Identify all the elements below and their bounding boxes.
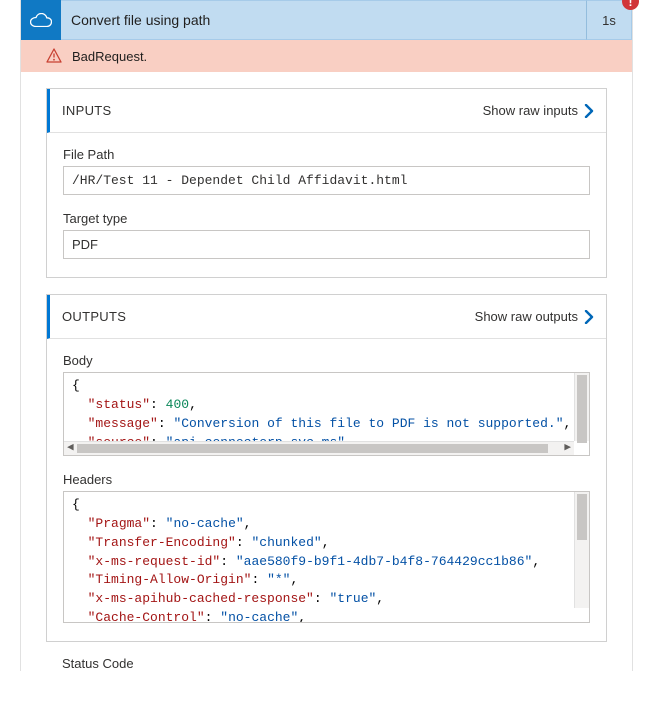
headers-label: Headers [63,472,590,487]
show-raw-outputs-link[interactable]: Show raw outputs [475,309,594,324]
headers-codebox[interactable]: { "Pragma": "no-cache", "Transfer-Encodi… [63,491,590,623]
outputs-title: OUTPUTS [62,309,475,324]
error-message: BadRequest. [72,49,147,64]
outputs-panel: OUTPUTS Show raw outputs Body { "status"… [46,294,607,642]
headers-field: Headers { "Pragma": "no-cache", "Transfe… [63,472,590,623]
horizontal-scrollbar[interactable]: ◀ ▶ [64,441,574,455]
target-type-field: Target type [63,211,590,259]
outputs-header: OUTPUTS Show raw outputs [47,295,606,339]
action-title: Convert file using path [61,0,586,40]
inputs-title: INPUTS [62,103,483,118]
action-card: ! Convert file using path 1s BadRequest.… [20,0,633,671]
body-label: Body [63,353,590,368]
body-codebox[interactable]: { "status": 400, "message": "Conversion … [63,372,590,456]
file-path-field: File Path [63,147,590,195]
inputs-header: INPUTS Show raw inputs [47,89,606,133]
file-path-label: File Path [63,147,590,162]
target-type-input[interactable] [63,230,590,259]
scroll-right-icon[interactable]: ▶ [561,441,574,457]
error-bar: BadRequest. [21,40,632,72]
vertical-scrollbar[interactable] [574,373,589,441]
show-raw-inputs-link[interactable]: Show raw inputs [483,103,594,118]
target-type-label: Target type [63,211,590,226]
onedrive-icon [21,0,61,40]
chevron-right-icon [584,104,594,118]
chevron-right-icon [584,310,594,324]
scroll-left-icon[interactable]: ◀ [64,441,77,457]
body-field: Body { "status": 400, "message": "Conver… [63,353,590,456]
vertical-scrollbar[interactable] [574,492,589,608]
status-code-label: Status Code [46,656,607,671]
file-path-input[interactable] [63,166,590,195]
inputs-panel: INPUTS Show raw inputs File Path Target … [46,88,607,278]
action-header[interactable]: Convert file using path 1s [21,0,632,40]
warning-triangle-icon [46,48,62,64]
